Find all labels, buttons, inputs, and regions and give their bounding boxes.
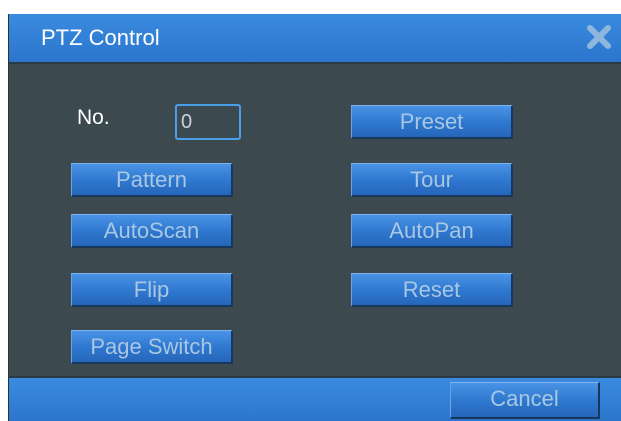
autoscan-button[interactable]: AutoScan [71,214,233,248]
flip-button[interactable]: Flip [71,273,233,307]
pattern-button[interactable]: Pattern [71,163,233,197]
reset-button[interactable]: Reset [351,273,513,307]
close-icon[interactable] [586,24,612,50]
preset-number-input[interactable] [175,104,241,140]
preset-button[interactable]: Preset [351,105,513,139]
no-label: No. [77,106,110,129]
tour-button[interactable]: Tour [351,163,513,197]
cancel-button[interactable]: Cancel [450,382,600,419]
title-bar: PTZ Control [9,14,621,64]
dialog-title: PTZ Control [41,25,160,50]
page-switch-button[interactable]: Page Switch [71,330,233,364]
autopan-button[interactable]: AutoPan [351,214,513,248]
footer-bar: Cancel [9,376,621,421]
ptz-control-dialog: PTZ Control No. Preset Pattern Tour Auto… [0,0,621,421]
dialog-frame: PTZ Control No. Preset Pattern Tour Auto… [8,14,621,421]
